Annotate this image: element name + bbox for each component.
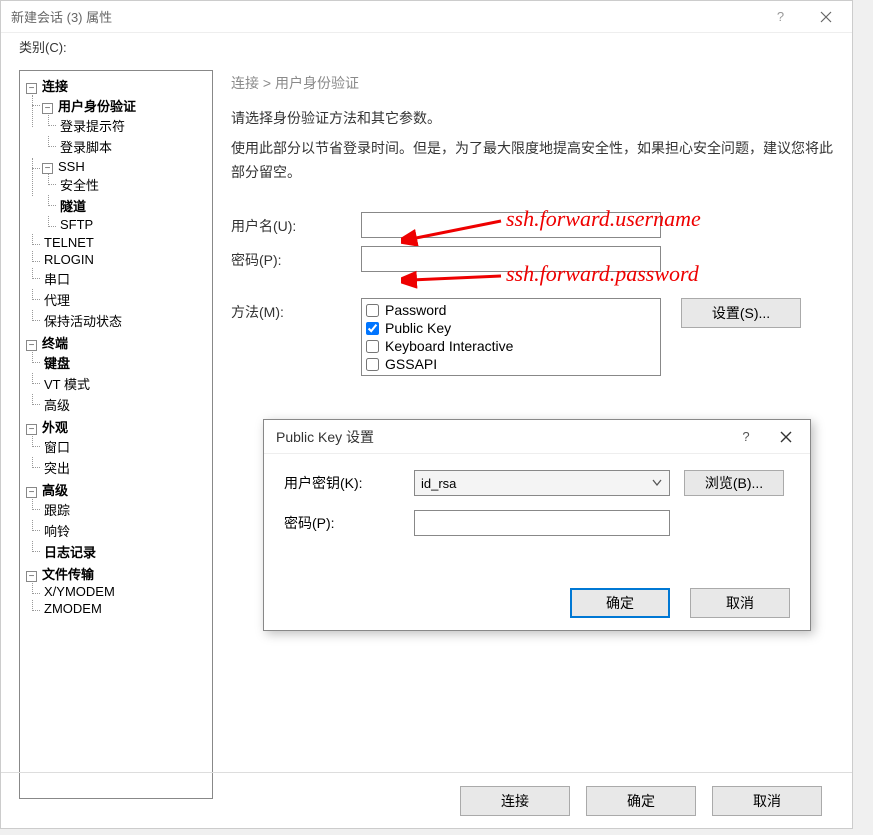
method-password[interactable]: Password: [364, 301, 658, 319]
method-gssapi[interactable]: GSSAPI: [364, 355, 658, 373]
sub-titlebar: Public Key 设置 ?: [264, 420, 810, 454]
method-publickey[interactable]: Public Key: [364, 319, 658, 337]
method-label: 方法(M):: [231, 298, 361, 322]
tree-keyboard[interactable]: 键盘: [42, 356, 72, 371]
method-list[interactable]: Password Public Key Keyboard Interactive…: [361, 298, 661, 376]
tree-connection[interactable]: 连接: [40, 79, 70, 94]
desc-line2: 使用此部分以节省登录时间。但是，为了最大限度地提高安全性，如果担心安全问题，建议…: [231, 137, 834, 185]
tree-rlogin[interactable]: RLOGIN: [42, 252, 96, 267]
method-keyboard-checkbox[interactable]: [366, 340, 379, 353]
password-label: 密码(P):: [231, 246, 361, 270]
userkey-combo[interactable]: id_rsa: [414, 470, 670, 496]
tree-advanced2[interactable]: 高级: [40, 483, 70, 498]
sub-help-button[interactable]: ?: [726, 422, 766, 452]
password-input[interactable]: [361, 246, 661, 272]
sub-close-button[interactable]: [766, 422, 806, 452]
help-button[interactable]: ?: [758, 2, 803, 32]
bottom-bar: 连接 确定 取消: [1, 772, 852, 828]
method-gssapi-checkbox[interactable]: [366, 358, 379, 371]
tree-tunnel[interactable]: 隧道: [58, 199, 88, 214]
window-title: 新建会话 (3) 属性: [11, 7, 758, 26]
tree-highlight[interactable]: 突出: [42, 461, 72, 476]
tree-ssh[interactable]: SSH: [56, 159, 87, 174]
method-gssapi-label: GSSAPI: [385, 356, 437, 372]
expand-icon[interactable]: −: [26, 424, 37, 435]
method-publickey-label: Public Key: [385, 320, 451, 336]
tree-advanced[interactable]: 高级: [42, 398, 72, 413]
userkey-label: 用户密钥(K):: [284, 473, 414, 493]
tree-bell[interactable]: 响铃: [42, 524, 72, 539]
method-password-label: Password: [385, 302, 446, 318]
tree-zmodem[interactable]: ZMODEM: [42, 601, 104, 616]
browse-button[interactable]: 浏览(B)...: [684, 470, 784, 496]
breadcrumb: 连接 > 用户身份验证: [231, 70, 834, 107]
method-keyboard[interactable]: Keyboard Interactive: [364, 337, 658, 355]
tree-auth[interactable]: 用户身份验证: [56, 99, 138, 114]
tree-security[interactable]: 安全性: [58, 178, 101, 193]
publickey-settings-dialog: Public Key 设置 ? 用户密钥(K): id_rsa 浏览(B)...…: [263, 419, 811, 631]
tree-telnet[interactable]: TELNET: [42, 235, 96, 250]
expand-icon[interactable]: −: [26, 340, 37, 351]
tree-login-script[interactable]: 登录脚本: [58, 140, 114, 155]
ok-button[interactable]: 确定: [586, 786, 696, 816]
tree-trace[interactable]: 跟踪: [42, 503, 72, 518]
sub-cancel-button[interactable]: 取消: [690, 588, 790, 618]
method-keyboard-label: Keyboard Interactive: [385, 338, 513, 354]
sub-password-label: 密码(P):: [284, 513, 414, 533]
tree-login-prompt[interactable]: 登录提示符: [58, 119, 127, 134]
close-button[interactable]: [803, 2, 848, 32]
expand-icon[interactable]: −: [26, 83, 37, 94]
tree-serial[interactable]: 串口: [42, 272, 72, 287]
expand-icon[interactable]: −: [42, 163, 53, 174]
tree-terminal[interactable]: 终端: [40, 336, 70, 351]
expand-icon[interactable]: −: [42, 103, 53, 114]
expand-icon[interactable]: −: [26, 487, 37, 498]
settings-button[interactable]: 设置(S)...: [681, 298, 801, 328]
description: 请选择身份验证方法和其它参数。 使用此部分以节省登录时间。但是，为了最大限度地提…: [231, 107, 834, 184]
tree-window[interactable]: 窗口: [42, 440, 72, 455]
username-label: 用户名(U):: [231, 212, 361, 236]
sub-ok-button[interactable]: 确定: [570, 588, 670, 618]
cancel-button[interactable]: 取消: [712, 786, 822, 816]
close-icon: [820, 11, 832, 23]
tree-vtmode[interactable]: VT 模式: [42, 377, 92, 392]
userkey-value: id_rsa: [421, 476, 456, 491]
desc-line1: 请选择身份验证方法和其它参数。: [231, 107, 834, 131]
chevron-down-icon: [651, 475, 663, 489]
tree-filetransfer[interactable]: 文件传输: [40, 567, 96, 582]
tree-sftp[interactable]: SFTP: [58, 217, 95, 232]
tree-appearance[interactable]: 外观: [40, 420, 70, 435]
properties-dialog: 新建会话 (3) 属性 ? 类别(C): −连接 −用户身份验证 登录提示符 登…: [0, 0, 853, 829]
username-input[interactable]: [361, 212, 661, 238]
category-tree[interactable]: −连接 −用户身份验证 登录提示符 登录脚本 −SSH 安全性: [19, 70, 213, 799]
sub-title: Public Key 设置: [276, 427, 726, 447]
method-publickey-checkbox[interactable]: [366, 322, 379, 335]
connect-button[interactable]: 连接: [460, 786, 570, 816]
tree-proxy[interactable]: 代理: [42, 293, 72, 308]
close-icon: [780, 431, 792, 443]
expand-icon[interactable]: −: [26, 571, 37, 582]
method-password-checkbox[interactable]: [366, 304, 379, 317]
tree-logging[interactable]: 日志记录: [42, 545, 98, 560]
sub-password-input[interactable]: [414, 510, 670, 536]
tree-xymodem[interactable]: X/YMODEM: [42, 584, 117, 599]
tree-keepalive[interactable]: 保持活动状态: [42, 314, 124, 329]
category-label: 类别(C):: [1, 33, 852, 60]
titlebar: 新建会话 (3) 属性 ?: [1, 1, 852, 33]
